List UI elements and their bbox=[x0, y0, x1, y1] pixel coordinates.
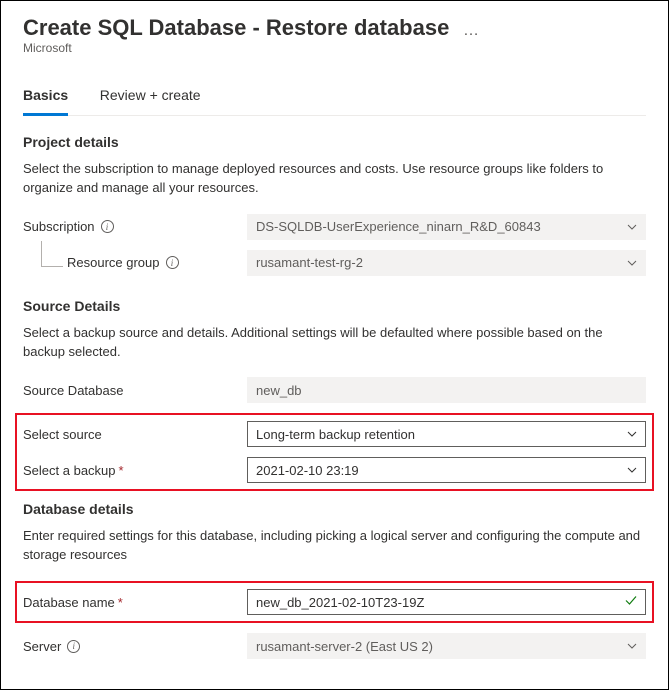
resource-group-select[interactable]: rusamant-test-rg-2 bbox=[247, 250, 646, 276]
info-icon[interactable]: i bbox=[166, 256, 179, 269]
required-indicator: * bbox=[118, 595, 123, 610]
highlight-source-selection: Select source Long-term backup retention… bbox=[15, 413, 654, 491]
section-desc-database-details: Enter required settings for this databas… bbox=[23, 527, 646, 565]
select-backup-value: 2021-02-10 23:19 bbox=[247, 457, 646, 483]
select-backup-label: Select a backup * bbox=[23, 463, 247, 478]
subscription-label-text: Subscription bbox=[23, 219, 95, 234]
overflow-menu[interactable]: … bbox=[463, 22, 481, 39]
checkmark-icon bbox=[624, 594, 638, 611]
section-heading-project-details: Project details bbox=[23, 134, 646, 150]
server-label: Server i bbox=[23, 639, 247, 654]
info-icon[interactable]: i bbox=[67, 640, 80, 653]
database-name-input[interactable]: new_db_2021-02-10T23-19Z bbox=[247, 589, 646, 615]
server-label-text: Server bbox=[23, 639, 61, 654]
section-desc-project-details: Select the subscription to manage deploy… bbox=[23, 160, 646, 198]
database-name-label-text: Database name bbox=[23, 595, 115, 610]
select-backup-label-text: Select a backup bbox=[23, 463, 116, 478]
database-name-value: new_db_2021-02-10T23-19Z bbox=[247, 589, 646, 615]
required-indicator: * bbox=[119, 463, 124, 478]
subscription-select[interactable]: DS-SQLDB-UserExperience_ninarn_R&D_60843 bbox=[247, 214, 646, 240]
tab-bar: Basics Review + create bbox=[23, 79, 646, 116]
server-select[interactable]: rusamant-server-2 (East US 2) bbox=[247, 633, 646, 659]
select-source-value: Long-term backup retention bbox=[247, 421, 646, 447]
database-name-label: Database name * bbox=[23, 595, 247, 610]
section-desc-source-details: Select a backup source and details. Addi… bbox=[23, 324, 646, 362]
subscription-label: Subscription i bbox=[23, 219, 247, 234]
page-title: Create SQL Database - Restore database bbox=[23, 15, 449, 40]
info-icon[interactable]: i bbox=[101, 220, 114, 233]
source-database-value: new_db bbox=[247, 377, 646, 403]
section-heading-database-details: Database details bbox=[23, 501, 646, 517]
select-backup-dropdown[interactable]: 2021-02-10 23:19 bbox=[247, 457, 646, 483]
subscription-value: DS-SQLDB-UserExperience_ninarn_R&D_60843 bbox=[247, 214, 646, 240]
section-heading-source-details: Source Details bbox=[23, 298, 646, 314]
source-database-field: new_db bbox=[247, 377, 646, 403]
resource-group-value: rusamant-test-rg-2 bbox=[247, 250, 646, 276]
resource-group-label: Resource group i bbox=[23, 255, 247, 270]
server-value: rusamant-server-2 (East US 2) bbox=[247, 633, 646, 659]
tree-connector-icon bbox=[41, 241, 63, 267]
tab-review-create[interactable]: Review + create bbox=[100, 79, 201, 113]
highlight-database-name: Database name * new_db_2021-02-10T23-19Z bbox=[15, 581, 654, 623]
tab-basics[interactable]: Basics bbox=[23, 79, 68, 116]
select-source-dropdown[interactable]: Long-term backup retention bbox=[247, 421, 646, 447]
resource-group-label-text: Resource group bbox=[67, 255, 160, 270]
source-database-label: Source Database bbox=[23, 383, 247, 398]
select-source-label: Select source bbox=[23, 427, 247, 442]
page-subtitle: Microsoft bbox=[23, 41, 646, 55]
